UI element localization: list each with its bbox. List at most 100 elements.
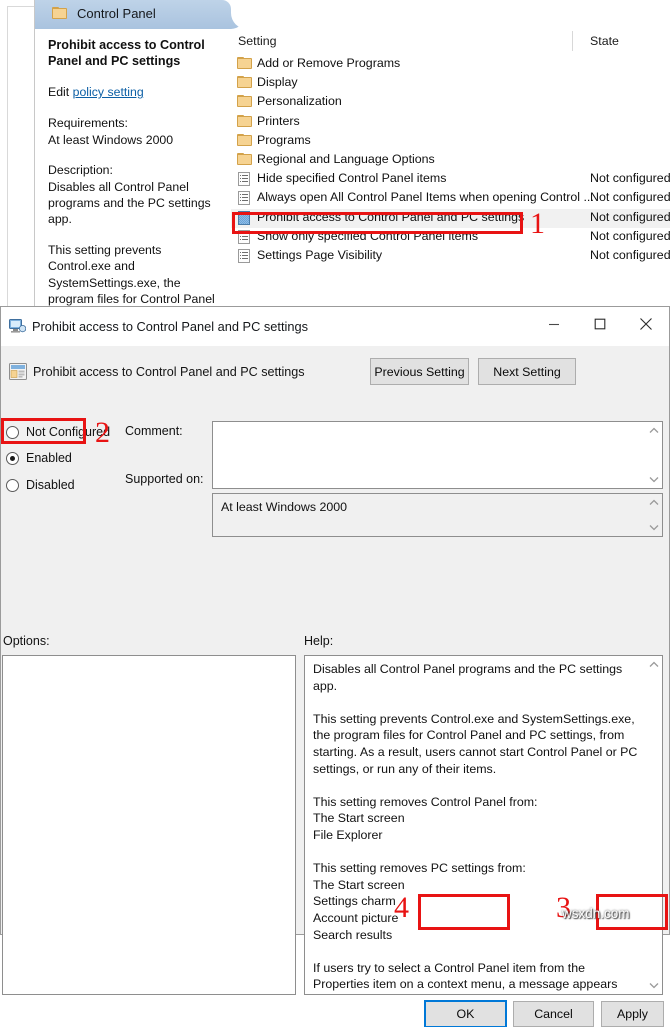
- supported-on-field: At least Windows 2000: [212, 493, 663, 537]
- next-setting-button[interactable]: Next Setting: [478, 358, 576, 385]
- policy-name: Settings Page Visibility: [257, 248, 383, 262]
- radio-not-configured[interactable]: Not Configured: [6, 425, 110, 439]
- folder-icon: [237, 133, 252, 148]
- policy-name: Add or Remove Programs: [257, 56, 401, 70]
- policy-name: Personalization: [257, 94, 342, 109]
- watermark: wsxdn.com: [562, 906, 630, 921]
- tab-label: Control Panel: [77, 6, 156, 21]
- policy-setting-link[interactable]: policy setting: [73, 85, 144, 99]
- tab-strip-filler: [231, 0, 670, 29]
- radio-enabled-label: Enabled: [26, 451, 72, 465]
- column-header-state[interactable]: State: [590, 34, 619, 48]
- folder-icon: [237, 76, 252, 90]
- radio-disabled-indicator[interactable]: [6, 478, 19, 492]
- table-row[interactable]: Hide specified Control Panel items Not co…: [231, 170, 670, 189]
- supported-on-label: Supported on:: [125, 472, 204, 486]
- policy-icon: [237, 172, 252, 187]
- policy-configured-icon: [237, 210, 252, 225]
- requirements-label: Requirements:: [48, 116, 128, 131]
- dialog-setting-title: Prohibit access to Control Panel and PC …: [33, 365, 305, 379]
- policy-description-title: Prohibit access to Control Panel and PC …: [48, 38, 205, 68]
- ok-button[interactable]: OK: [424, 1000, 507, 1027]
- policy-state: Not configured: [590, 171, 670, 186]
- folder-icon: [237, 153, 252, 167]
- policy-setting-dialog: Prohibit access to Control Panel and PC …: [0, 306, 670, 1027]
- policy-name: Programs: [257, 132, 311, 147]
- column-header-setting[interactable]: Setting: [238, 34, 277, 48]
- policy-details-panel: Control Panel Prohibit access to Control…: [35, 0, 670, 313]
- column-divider: [572, 31, 573, 51]
- comment-input[interactable]: [212, 421, 663, 489]
- table-row[interactable]: Programs: [231, 132, 670, 151]
- help-panel: Disables all Control Panel programs and …: [304, 655, 663, 995]
- policy-state: Not configured: [590, 228, 670, 243]
- policy-icon: [237, 249, 252, 263]
- tab-control-panel[interactable]: Control Panel: [35, 0, 231, 29]
- edit-prefix: Edit: [48, 85, 73, 99]
- dialog-title: Prohibit access to Control Panel and PC …: [32, 319, 308, 334]
- policy-name: Prohibit access to Control Panel and PC …: [257, 209, 525, 224]
- minimize-button[interactable]: [531, 307, 577, 340]
- supported-on-scrollbar[interactable]: [646, 494, 662, 536]
- help-text: Disables all Control Panel programs and …: [313, 662, 638, 994]
- description-label: Description:: [48, 163, 113, 178]
- table-row[interactable]: Show only specified Control Panel items N…: [231, 228, 670, 247]
- description-paragraph-1: Disables all Control Panel programs and …: [48, 179, 211, 227]
- table-row[interactable]: Prohibit access to Control Panel and PC …: [231, 208, 670, 228]
- navigation-tree-border: [7, 6, 34, 313]
- edit-policy-setting-line: Edit policy setting: [48, 84, 224, 100]
- scroll-down-icon[interactable]: [646, 472, 662, 487]
- table-row[interactable]: Regional and Language Options: [231, 151, 670, 170]
- scroll-up-icon[interactable]: [646, 495, 662, 510]
- table-row[interactable]: Personalization: [231, 93, 670, 112]
- table-row[interactable]: Always open All Control Panel Items when…: [231, 189, 670, 208]
- policy-description-pane: Prohibit access to Control Panel and PC …: [35, 29, 231, 313]
- comment-scrollbar[interactable]: [646, 422, 662, 488]
- table-row[interactable]: Printers: [231, 113, 670, 132]
- help-label: Help:: [304, 634, 334, 648]
- policy-setting-icon: [9, 363, 27, 380]
- policy-state: Not configured: [590, 190, 670, 205]
- group-policy-editor-window: Control Panel Prohibit access to Control…: [0, 0, 670, 313]
- radio-enabled[interactable]: Enabled: [6, 451, 72, 465]
- previous-setting-button[interactable]: Previous Setting: [370, 358, 469, 385]
- scroll-down-icon[interactable]: [646, 978, 662, 993]
- policy-state: Not configured: [590, 248, 670, 262]
- help-scrollbar[interactable]: [646, 656, 662, 994]
- policy-name: Printers: [257, 113, 300, 128]
- apply-button[interactable]: Apply: [601, 1001, 664, 1027]
- folder-icon: [237, 95, 252, 109]
- table-row[interactable]: Settings Page Visibility Not configured: [231, 247, 670, 266]
- radio-disabled-label: Disabled: [26, 478, 75, 492]
- scroll-down-icon[interactable]: [646, 520, 662, 535]
- policy-settings-list[interactable]: Setting State Add or Remove Programs Disp…: [231, 29, 670, 313]
- cancel-button[interactable]: Cancel: [513, 1001, 594, 1027]
- description-block: Description: Disables all Control Panel …: [48, 162, 224, 228]
- table-row[interactable]: Display: [231, 74, 670, 93]
- options-label: Options:: [3, 634, 50, 648]
- folder-icon: [237, 57, 252, 71]
- maximize-button[interactable]: [577, 307, 623, 340]
- radio-disabled[interactable]: Disabled: [6, 478, 75, 492]
- close-button[interactable]: [623, 307, 669, 340]
- requirements-block: Requirements: At least Windows 2000: [48, 115, 224, 148]
- dialog-title-bar[interactable]: Prohibit access to Control Panel and PC …: [1, 307, 669, 346]
- scroll-up-icon[interactable]: [646, 657, 662, 672]
- policy-name: Hide specified Control Panel items: [257, 171, 447, 186]
- navigation-tree-pane: [0, 0, 35, 313]
- table-row[interactable]: Add or Remove Programs: [231, 55, 670, 74]
- requirements-value: At least Windows 2000: [48, 132, 174, 147]
- tab-strip: Control Panel: [35, 0, 670, 29]
- supported-on-value: At least Windows 2000: [221, 500, 348, 514]
- dialog-body: Not Configured Enabled Disabled Comment:…: [1, 403, 669, 1027]
- radio-enabled-indicator[interactable]: [6, 451, 19, 465]
- policy-window-icon: [9, 319, 27, 334]
- folder-icon: [52, 7, 68, 20]
- link-trailing-space: [144, 85, 147, 99]
- scroll-up-icon[interactable]: [646, 423, 662, 438]
- policy-icon: [237, 191, 252, 206]
- policy-state: Not configured: [590, 209, 670, 224]
- radio-not-configured-indicator[interactable]: [6, 425, 19, 439]
- radio-not-configured-label: Not Configured: [26, 425, 111, 439]
- options-panel[interactable]: [2, 655, 296, 995]
